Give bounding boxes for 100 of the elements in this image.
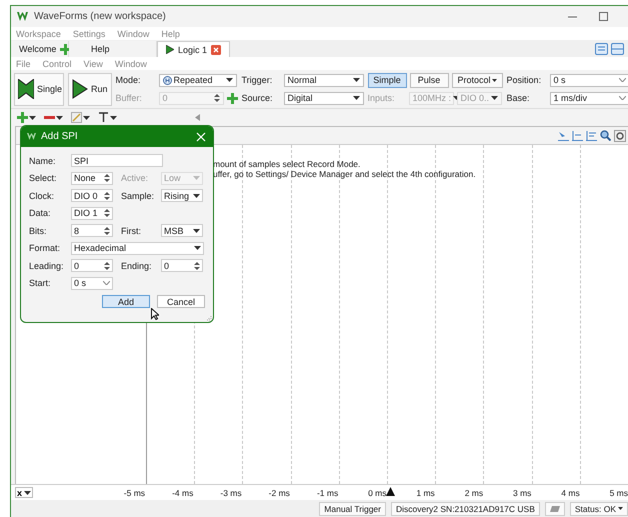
split-icon[interactable]: [611, 42, 624, 54]
caret-icon: [226, 78, 233, 82]
combo-box[interactable]: Repeated: [158, 74, 237, 86]
field-label: Inputs:: [368, 93, 396, 103]
menu-item[interactable]: View: [84, 58, 103, 68]
axis-button[interactable]: x: [15, 487, 34, 498]
field-label: Clock:: [29, 190, 56, 200]
play-icon: [166, 45, 174, 54]
field-label: Mode:: [116, 75, 142, 85]
list-icon[interactable]: [586, 130, 597, 140]
field-label: Source:: [242, 93, 274, 103]
close-icon[interactable]: [196, 132, 206, 142]
resize-grip-icon: [206, 315, 212, 321]
caret-icon: [194, 246, 201, 250]
field-label: Bits:: [29, 226, 48, 236]
menu-item[interactable]: Help: [161, 28, 180, 38]
tick-label: -5 ms: [124, 488, 146, 498]
field-label: Start:: [29, 278, 52, 288]
caret-icon: [193, 228, 200, 232]
field-label: Select:: [29, 173, 58, 183]
mouse-pointer-icon: [151, 308, 159, 320]
text-tool-button[interactable]: [98, 112, 117, 123]
run-button[interactable]: Run: [68, 72, 112, 106]
left-arrow-icon[interactable]: [195, 114, 200, 121]
spin-field[interactable]: DIO 0: [71, 189, 113, 202]
dropdown[interactable]: 1 ms/div: [550, 92, 628, 104]
menu-button[interactable]: Protocol: [452, 72, 503, 88]
combo-box[interactable]: Hexadecimal: [71, 242, 204, 254]
status-button[interactable]: Status: OK: [570, 502, 628, 516]
tick-label: 2 ms: [464, 488, 484, 498]
tick-label: -4 ms: [172, 488, 194, 498]
cursor-tool-icon[interactable]: [558, 130, 569, 140]
combo-box[interactable]: MSB: [161, 224, 203, 237]
field-label: Sample:: [121, 190, 156, 200]
dialog-button[interactable]: Cancel: [157, 294, 205, 308]
menu-item[interactable]: Window: [117, 28, 150, 38]
caret-icon: [56, 116, 63, 120]
field-label: Trigger:: [242, 75, 274, 85]
menu-item[interactable]: Workspace: [16, 28, 61, 38]
menu-item[interactable]: Settings: [72, 28, 106, 38]
play-icon: [72, 79, 88, 99]
maximize-icon[interactable]: [599, 12, 608, 21]
menu-item[interactable]: Control: [42, 58, 72, 68]
spin-field[interactable]: None: [71, 172, 113, 184]
spin-field[interactable]: DIO 1: [71, 206, 113, 220]
spin-arrows-icon: [104, 226, 110, 236]
device-button[interactable]: Discovery2 SN:210321AD917C USB: [390, 502, 540, 516]
chevron-icon: [103, 281, 110, 285]
tab[interactable]: Help: [69, 41, 157, 57]
close-icon[interactable]: [211, 44, 222, 54]
eraser-icon: [550, 506, 560, 512]
caret-icon: [83, 116, 90, 120]
field-label: Leading:: [29, 260, 65, 270]
input-field[interactable]: SPI: [71, 154, 163, 167]
tick-label: -1 ms: [316, 488, 338, 498]
field-label: Position:: [506, 75, 542, 85]
window-title: WaveForms (new workspace): [34, 11, 167, 22]
plus-tool-button[interactable]: [17, 112, 36, 123]
tick-label: 3 ms: [512, 488, 532, 498]
chevron-icon: [618, 78, 626, 82]
caret-icon: [352, 78, 360, 82]
spin-arrows-icon: [104, 190, 110, 200]
caret-icon: [193, 194, 200, 198]
add-icon[interactable]: [226, 92, 238, 104]
menu-item[interactable]: File: [16, 58, 31, 68]
settings-icon[interactable]: [614, 130, 626, 142]
toggle-button[interactable]: Pulse: [410, 72, 449, 88]
spin-arrows-icon: [194, 260, 200, 270]
toggle-button[interactable]: Simple: [368, 72, 407, 88]
field-label: Active:: [121, 173, 150, 183]
caret-icon: [618, 507, 623, 510]
spin-field[interactable]: 0: [71, 259, 113, 272]
pencil-tool-button[interactable]: [71, 112, 90, 123]
single-button[interactable]: Single: [14, 72, 64, 106]
combo-box[interactable]: Digital: [284, 92, 364, 104]
windows-icon[interactable]: [595, 42, 608, 54]
dialog-button[interactable]: Add: [102, 294, 150, 308]
field-label: Buffer:: [116, 93, 143, 103]
chevron-icon: [618, 96, 626, 100]
app-logo-icon: [27, 133, 36, 140]
caret-icon: [491, 96, 498, 100]
caret-icon: [492, 78, 497, 82]
dropdown[interactable]: 0 s: [71, 276, 113, 290]
tick-label: 5 ms: [610, 488, 628, 498]
menu-item[interactable]: Window: [114, 58, 147, 68]
combo-box[interactable]: Rising: [161, 189, 203, 202]
zoom-icon[interactable]: [600, 130, 611, 141]
spin-arrows-icon: [104, 173, 110, 183]
spin-arrows-icon: [104, 260, 110, 270]
combo-box[interactable]: Normal: [284, 74, 364, 86]
align-left-icon[interactable]: [572, 130, 583, 140]
field-label: Data:: [29, 208, 52, 218]
tab[interactable]: Logic 1: [157, 41, 230, 57]
dropdown[interactable]: 0 s: [550, 74, 628, 86]
manual-trigger-button[interactable]: Manual Trigger: [319, 502, 386, 516]
spin-field[interactable]: 0: [161, 259, 203, 272]
spin-field[interactable]: 8: [71, 224, 113, 237]
eraser-button[interactable]: [544, 502, 565, 516]
caret-icon: [193, 176, 200, 180]
field-label: Ending:: [121, 260, 153, 270]
